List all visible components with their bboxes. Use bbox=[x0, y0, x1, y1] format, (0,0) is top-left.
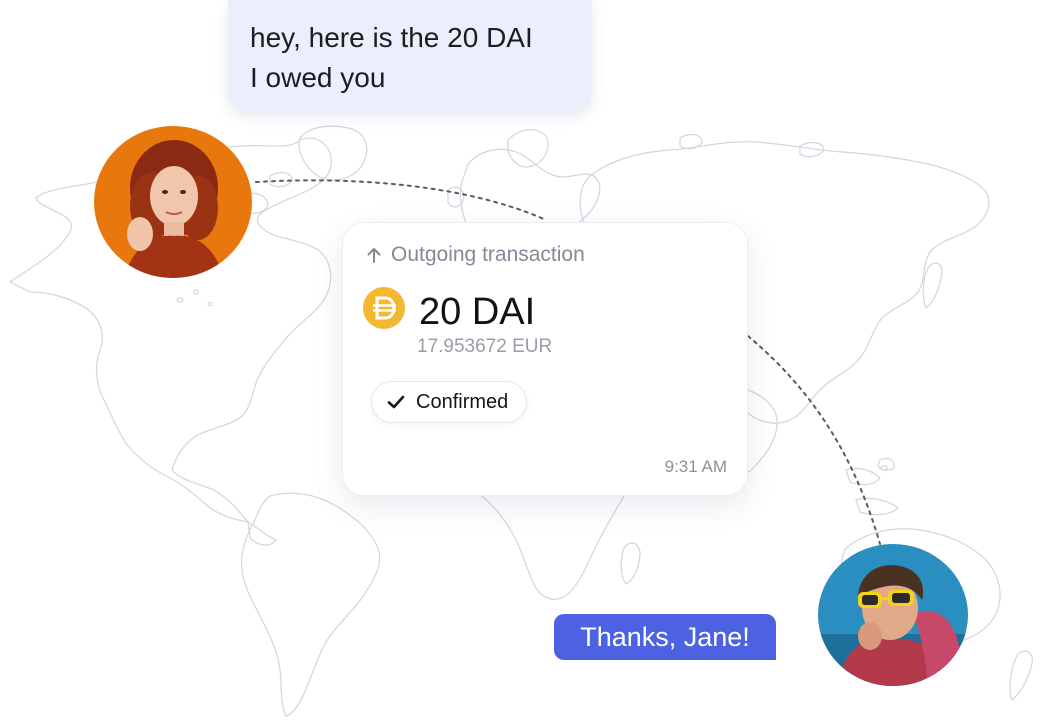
incoming-message-bubble: hey, here is the 20 DAI I owed you bbox=[228, 0, 592, 110]
checkmark-icon bbox=[387, 395, 405, 409]
outgoing-message-bubble: Thanks, Jane! bbox=[554, 614, 776, 660]
arrow-up-icon bbox=[367, 248, 381, 263]
transaction-header: Outgoing transaction bbox=[365, 243, 585, 267]
status-badge: Confirmed bbox=[371, 381, 528, 423]
outgoing-message-text: Thanks, Jane! bbox=[580, 622, 750, 652]
dai-icon bbox=[363, 287, 405, 329]
incoming-message-line-1: hey, here is the 20 DAI bbox=[250, 22, 533, 53]
sender-avatar[interactable] bbox=[94, 126, 252, 278]
avatar-woman-red-hair-icon bbox=[94, 126, 252, 278]
status-label: Confirmed bbox=[416, 390, 509, 413]
recipient-avatar[interactable] bbox=[818, 544, 968, 686]
transaction-direction-label: Outgoing transaction bbox=[391, 243, 585, 266]
transaction-amount-row: 20 DAI bbox=[363, 285, 535, 335]
incoming-message-line-2: I owed you bbox=[250, 62, 386, 93]
chat-transaction-scene: hey, here is the 20 DAI I owed you Outgo… bbox=[0, 0, 1054, 720]
transaction-card[interactable]: Outgoing transaction 20 DAI 17.953672 EU… bbox=[342, 222, 748, 496]
transaction-amount: 20 DAI bbox=[419, 291, 536, 333]
transaction-fiat-value: 17.953672 EUR bbox=[417, 336, 553, 357]
transaction-time: 9:31 AM bbox=[664, 457, 727, 476]
avatar-man-yellow-sunglasses-icon bbox=[818, 544, 968, 686]
